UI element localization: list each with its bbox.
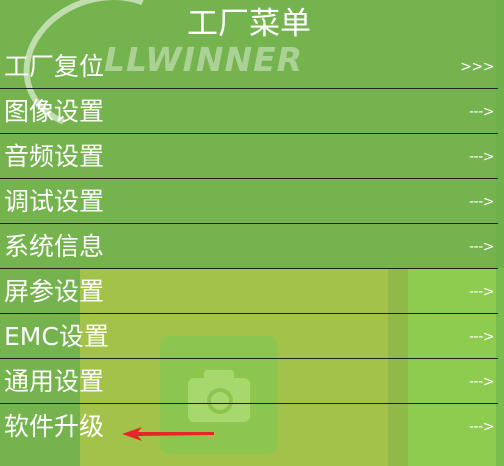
- factory-menu: 工厂复位 >>> 图像设置 ---> 音频设置 ---> 调试设置 ---> 系…: [0, 44, 498, 449]
- menu-item-label: 调试设置: [4, 187, 105, 216]
- menu-item-label: 屏参设置: [4, 277, 105, 306]
- menu-item-panel-settings[interactable]: 屏参设置 --->: [0, 269, 498, 314]
- menu-item-debug-settings[interactable]: 调试设置 --->: [0, 179, 498, 224]
- arrow-right-icon: --->: [469, 104, 494, 120]
- menu-item-factory-reset[interactable]: 工厂复位 >>>: [0, 44, 498, 89]
- menu-item-system-info[interactable]: 系统信息 --->: [0, 224, 498, 269]
- arrow-right-icon: --->: [469, 374, 494, 390]
- menu-item-label: 软件升级: [4, 412, 105, 441]
- red-arrow-icon: [122, 427, 214, 441]
- arrow-right-icon: --->: [469, 419, 494, 435]
- menu-item-picture-settings[interactable]: 图像设置 --->: [0, 89, 498, 134]
- arrow-right-icon: --->: [469, 329, 494, 345]
- arrow-right-icon: --->: [469, 284, 494, 300]
- menu-item-label: 系统信息: [4, 232, 105, 261]
- arrow-right-icon: --->: [469, 149, 494, 165]
- menu-item-label: 图像设置: [4, 97, 105, 126]
- chevron-right-icon: >>>: [460, 59, 494, 75]
- menu-item-general-settings[interactable]: 通用设置 --->: [0, 359, 498, 404]
- menu-item-emc-settings[interactable]: EMC设置 --->: [0, 314, 498, 359]
- menu-item-software-upgrade[interactable]: 软件升级 --->: [0, 404, 498, 449]
- page-title: 工厂菜单: [187, 6, 311, 42]
- menu-item-label: 通用设置: [4, 367, 105, 396]
- arrow-right-icon: --->: [469, 194, 494, 210]
- menu-item-label: 音频设置: [4, 142, 105, 171]
- menu-item-label: 工厂复位: [4, 52, 105, 81]
- arrow-right-icon: --->: [469, 239, 494, 255]
- menu-item-label: EMC设置: [4, 322, 109, 351]
- menu-item-audio-settings[interactable]: 音频设置 --->: [0, 134, 498, 179]
